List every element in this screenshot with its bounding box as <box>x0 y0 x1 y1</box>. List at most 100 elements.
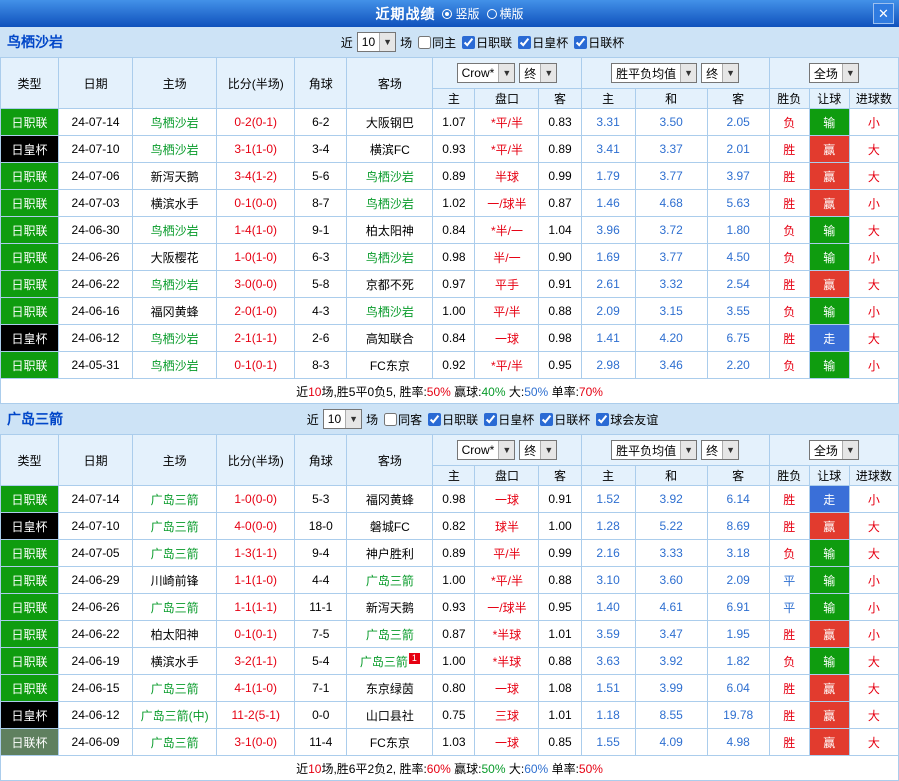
match-date: 24-07-05 <box>59 540 133 567</box>
same-side-filter[interactable]: 同客 <box>384 411 422 428</box>
league-badge: 日职联 <box>1 486 59 513</box>
away-team: 高知联合 <box>347 325 433 352</box>
league-badge: 日皇杯 <box>1 136 59 163</box>
league-filter-checkbox[interactable] <box>428 413 441 426</box>
column-subheader: 客 <box>539 466 581 486</box>
same-side-filter-checkbox[interactable] <box>418 36 431 49</box>
goals-result: 小 <box>849 621 898 648</box>
match-date: 24-05-31 <box>59 352 133 379</box>
match-date: 24-06-15 <box>59 675 133 702</box>
column-subheader: 让球 <box>809 89 849 109</box>
europe-time-select[interactable]: 终▼ <box>701 440 739 460</box>
layout-radio-vertical[interactable]: 竖版 <box>442 5 479 22</box>
league-badge: 日职联 <box>1 567 59 594</box>
column-subheader: 主 <box>581 89 635 109</box>
ah-home-odds: 0.98 <box>433 486 475 513</box>
ah-away-odds: 1.04 <box>539 217 581 244</box>
match-result: 负 <box>769 217 809 244</box>
column-subheader: 主 <box>433 89 475 109</box>
europe-odds-select[interactable]: 胜平负均值▼ <box>611 63 697 83</box>
ah-home-odds: 0.93 <box>433 136 475 163</box>
scope-select[interactable]: 全场▼ <box>809 63 859 83</box>
league-filter-checkbox[interactable] <box>596 413 609 426</box>
europe-away-odds: 6.91 <box>707 594 769 621</box>
match-date: 24-06-09 <box>59 729 133 756</box>
goals-result: 大 <box>849 729 898 756</box>
corner-score: 5-8 <box>295 271 347 298</box>
league-badge: 日职联 <box>1 190 59 217</box>
europe-away-odds: 4.50 <box>707 244 769 271</box>
goals-result: 大 <box>849 702 898 729</box>
match-count-select[interactable]: 10▼ <box>323 409 362 429</box>
europe-odds-group-header: 胜平负均值▼终▼ <box>581 435 769 466</box>
ah-home-odds: 1.03 <box>433 729 475 756</box>
away-team: 柏太阳神 <box>347 217 433 244</box>
ah-home-odds: 0.89 <box>433 540 475 567</box>
corner-score: 5-6 <box>295 163 347 190</box>
summary-big-rate: 50% <box>524 385 548 399</box>
handicap-result: 输 <box>809 352 849 379</box>
league-filter[interactable]: 日联杯 <box>574 34 624 51</box>
match-row: 日职联24-06-30鸟栖沙岩1-4(1-0)9-1柏太阳神0.84*半/一1.… <box>1 217 899 244</box>
corner-score: 4-4 <box>295 567 347 594</box>
europe-away-odds: 4.98 <box>707 729 769 756</box>
europe-home-odds: 1.18 <box>581 702 635 729</box>
column-subheader: 盘口 <box>475 466 539 486</box>
league-filter[interactable]: 日职联 <box>462 34 512 51</box>
column-subheader: 客 <box>707 89 769 109</box>
close-button[interactable]: ✕ <box>873 3 894 24</box>
team-name: 广岛三箭 <box>7 409 63 429</box>
europe-home-odds: 1.41 <box>581 325 635 352</box>
league-filter-checkbox[interactable] <box>540 413 553 426</box>
section-header: 鸟栖沙岩近10▼场同主日职联日皇杯日联杯 <box>0 27 899 57</box>
home-team: 柏太阳神 <box>133 621 217 648</box>
score: 0-1(0-1) <box>217 621 295 648</box>
column-header: 比分(半场) <box>217 58 295 109</box>
league-filter[interactable]: 日联杯 <box>540 411 590 428</box>
league-filter-checkbox[interactable] <box>484 413 497 426</box>
same-side-filter-checkbox[interactable] <box>384 413 397 426</box>
matches-table: 类型日期主场比分(半场)角球客场Crow*▼终▼胜平负均值▼终▼全场▼主盘口客主… <box>0 434 899 781</box>
scope-select[interactable]: 全场▼ <box>809 440 859 460</box>
goals-result: 小 <box>849 567 898 594</box>
corner-score: 7-1 <box>295 675 347 702</box>
home-team: 大阪樱花 <box>133 244 217 271</box>
europe-away-odds: 3.97 <box>707 163 769 190</box>
odds-time-select[interactable]: 终▼ <box>519 440 557 460</box>
europe-home-odds: 3.41 <box>581 136 635 163</box>
league-filter[interactable]: 球会友谊 <box>596 411 658 428</box>
league-filter[interactable]: 日皇杯 <box>484 411 534 428</box>
match-result: 负 <box>769 540 809 567</box>
match-count-select[interactable]: 10▼ <box>357 32 396 52</box>
home-team: 鸟栖沙岩 <box>133 352 217 379</box>
score: 3-4(1-2) <box>217 163 295 190</box>
ah-home-odds: 0.89 <box>433 163 475 190</box>
summary-big-label: 大: <box>506 762 525 776</box>
league-filter-label: 日职联 <box>476 34 512 51</box>
odds-company-select[interactable]: Crow*▼ <box>457 63 516 83</box>
layout-radio-horizontal[interactable]: 横版 <box>487 5 524 22</box>
goals-result: 大 <box>849 513 898 540</box>
europe-draw-odds: 4.09 <box>635 729 707 756</box>
score: 1-1(1-1) <box>217 594 295 621</box>
league-filter-checkbox[interactable] <box>518 36 531 49</box>
europe-draw-odds: 3.33 <box>635 540 707 567</box>
same-side-filter[interactable]: 同主 <box>418 34 456 51</box>
league-badge: 日皇杯 <box>1 702 59 729</box>
away-team: 京都不死 <box>347 271 433 298</box>
ah-away-odds: 0.95 <box>539 594 581 621</box>
league-filter[interactable]: 日职联 <box>428 411 478 428</box>
europe-odds-select[interactable]: 胜平负均值▼ <box>611 440 697 460</box>
corner-score: 3-4 <box>295 136 347 163</box>
league-filter-checkbox[interactable] <box>574 36 587 49</box>
odds-company-select[interactable]: Crow*▼ <box>457 440 516 460</box>
score: 4-1(1-0) <box>217 675 295 702</box>
odds-time-select[interactable]: 终▼ <box>519 63 557 83</box>
league-filter-checkbox[interactable] <box>462 36 475 49</box>
goals-result: 大 <box>849 648 898 675</box>
ah-handicap: *平/半 <box>475 109 539 136</box>
league-filter[interactable]: 日皇杯 <box>518 34 568 51</box>
score: 3-1(0-0) <box>217 729 295 756</box>
europe-time-select[interactable]: 终▼ <box>701 63 739 83</box>
europe-away-odds: 6.75 <box>707 325 769 352</box>
